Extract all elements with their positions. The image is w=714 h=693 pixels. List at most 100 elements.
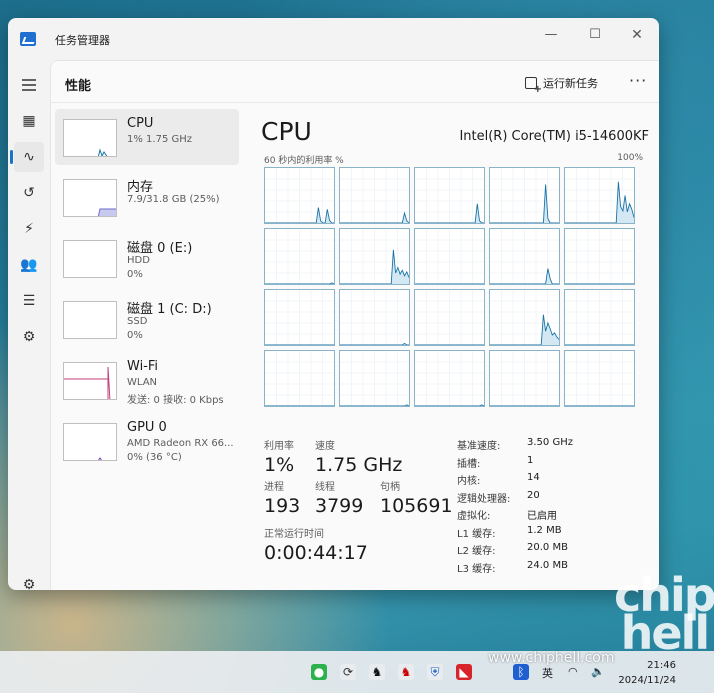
spec-value: 24.0 MB (527, 559, 568, 571)
run-new-task-label: 运行新任务 (543, 77, 598, 90)
spec-label: 基准速度: (457, 441, 501, 452)
device-name: CPU (127, 116, 154, 131)
core-graph (339, 228, 410, 285)
details-icon[interactable]: ☰ (14, 286, 44, 316)
run-new-task-button[interactable]: 运行新任务 (525, 75, 598, 95)
volume-icon[interactable]: 🔈 (591, 665, 605, 678)
core-graph (339, 289, 410, 346)
device-thumbnail-graph (63, 240, 117, 278)
qq-alt-icon[interactable]: ♞ (398, 664, 414, 680)
spec-value: 3.50 GHz (527, 437, 573, 448)
gear-icon[interactable]: ⚙ (14, 570, 44, 590)
device-item[interactable]: CPU 1% 1.75 GHz (55, 109, 239, 165)
spec-value: 14 (527, 472, 540, 483)
core-graph (339, 350, 410, 407)
bluetooth-icon[interactable]: ᛒ (513, 664, 529, 680)
processes-icon[interactable]: ▦ (14, 106, 44, 136)
wifi-icon[interactable]: ◠ (568, 665, 578, 678)
core-graph (264, 350, 335, 407)
amd-icon[interactable]: ◣ (456, 664, 472, 680)
device-item[interactable]: 内存 7.9/31.8 GB (25%) (55, 169, 239, 225)
spec-label: 插槽: (457, 458, 481, 470)
startup-icon[interactable]: ⚡ (14, 214, 44, 244)
device-item[interactable]: 磁盘 1 (C: D:) SSD 0% (55, 291, 239, 347)
chiphell-watermark-logo: chip hell (614, 568, 714, 660)
close-button[interactable]: ✕ (617, 22, 657, 48)
handles-label: 句柄 (380, 482, 400, 493)
more-options-button[interactable]: ··· (629, 71, 647, 90)
navigation-rail: ▦ ∿ ↺ ⚡ 👥 ☰ ⚙ ⚙ (8, 60, 50, 590)
core-graph (264, 228, 335, 285)
core-utilization-grid[interactable] (264, 167, 636, 411)
graph-label: 60 秒内的利用率 % (264, 156, 344, 166)
clock-time[interactable]: 21:46 (647, 660, 676, 671)
core-graph (489, 167, 560, 224)
threads-value: 3799 (315, 495, 364, 517)
speed-stat: 速度 1.75 GHz (315, 437, 402, 476)
input-language[interactable]: 英 (542, 665, 553, 681)
qq-icon[interactable]: ♞ (369, 664, 385, 680)
core-graph (564, 350, 635, 407)
title-bar[interactable]: 任务管理器 — ☐ ✕ (8, 18, 659, 60)
maximize-button[interactable]: ☐ (575, 22, 615, 48)
spec-value: 20.0 MB (527, 542, 568, 553)
spec-label: L2 缓存: (457, 546, 496, 557)
core-graph (339, 167, 410, 224)
wechat-icon[interactable]: ● (311, 664, 327, 680)
device-detail: 发送: 0 接收: 0 Kbps (127, 395, 224, 406)
device-thumbnail-graph (63, 301, 117, 339)
core-graph (564, 167, 635, 224)
device-subtitle: WLAN (127, 377, 158, 388)
spec-label: L3 缓存: (457, 563, 496, 575)
app-history-icon[interactable]: ↺ (14, 178, 44, 208)
device-subtitle: 1% 1.75 GHz (127, 134, 193, 145)
core-graph (264, 289, 335, 346)
spec-label: 内核: (457, 476, 481, 487)
device-subtitle: 7.9/31.8 GB (25%) (127, 194, 220, 205)
core-graph (414, 228, 485, 285)
uptime-value: 0:00:44:17 (264, 542, 368, 564)
device-item[interactable]: 磁盘 0 (E:) HDD 0% (55, 230, 239, 286)
task-manager-window: 任务管理器 — ☐ ✕ ▦ ∿ ↺ ⚡ 👥 ☰ ⚙ ⚙ 性能 运行新任务 ··· CPU 1%… (8, 18, 659, 590)
content-pane: 性能 运行新任务 ··· CPU 1% 1.75 GHz 内存7.9/31.8 GB… (50, 60, 659, 590)
device-name: 内存 (127, 180, 154, 195)
utilization-value: 1% (264, 454, 295, 476)
device-thumbnail-graph (63, 179, 117, 217)
device-detail: 0% (127, 269, 143, 280)
device-item[interactable]: Wi-Fi WLAN 发送: 0 接收: 0 Kbps (55, 352, 239, 408)
handles-value: 105691 (380, 495, 453, 517)
processes-value: 193 (264, 495, 301, 517)
core-graph (414, 289, 485, 346)
core-graph (489, 289, 560, 346)
graph-max-label: 100% (617, 153, 643, 163)
speed-value: 1.75 GHz (315, 454, 403, 476)
new-task-icon (525, 77, 542, 95)
device-list: CPU 1% 1.75 GHz 内存 7.9/31.8 GB (25%) 磁盘 0 (E… (53, 109, 239, 579)
hamburger-icon[interactable] (14, 70, 44, 100)
minimize-button[interactable]: — (531, 22, 571, 48)
device-item[interactable]: GPU 0 AMD Radeon RX 66... 0% (36 °C) (55, 413, 239, 469)
utilization-stat: 利用率 1% (264, 437, 294, 476)
shield-icon[interactable]: ⛨ (427, 664, 443, 680)
spec-value: 已启用 (527, 511, 557, 522)
core-graph (414, 167, 485, 224)
core-graph (414, 350, 485, 407)
core-graph (264, 167, 335, 224)
spec-value: 20 (527, 489, 540, 501)
sync-icon[interactable]: ⟳ (340, 664, 356, 680)
cpu-detail-panel: CPU Intel(R) Core(TM) i5-14600KF 60 秒内的利… (261, 117, 651, 585)
services-icon[interactable]: ⚙ (14, 322, 44, 352)
uptime-stat: 正常运行时间 0:00:44:17 (264, 525, 368, 564)
utilization-label: 利用率 (264, 441, 294, 452)
spec-value: 1.2 MB (527, 524, 562, 536)
page-title: 性能 (65, 79, 92, 94)
device-name: Wi-Fi (127, 359, 159, 374)
users-icon[interactable]: 👥 (14, 250, 44, 280)
device-name: 磁盘 1 (C: D:) (127, 302, 212, 317)
threads-label: 线程 (315, 482, 335, 493)
device-thumbnail-graph (63, 423, 117, 461)
spec-value: 1 (527, 454, 534, 466)
device-detail: 0% (127, 330, 143, 341)
performance-icon[interactable]: ∿ (10, 142, 44, 172)
clock-date[interactable]: 2024/11/24 (618, 675, 676, 686)
